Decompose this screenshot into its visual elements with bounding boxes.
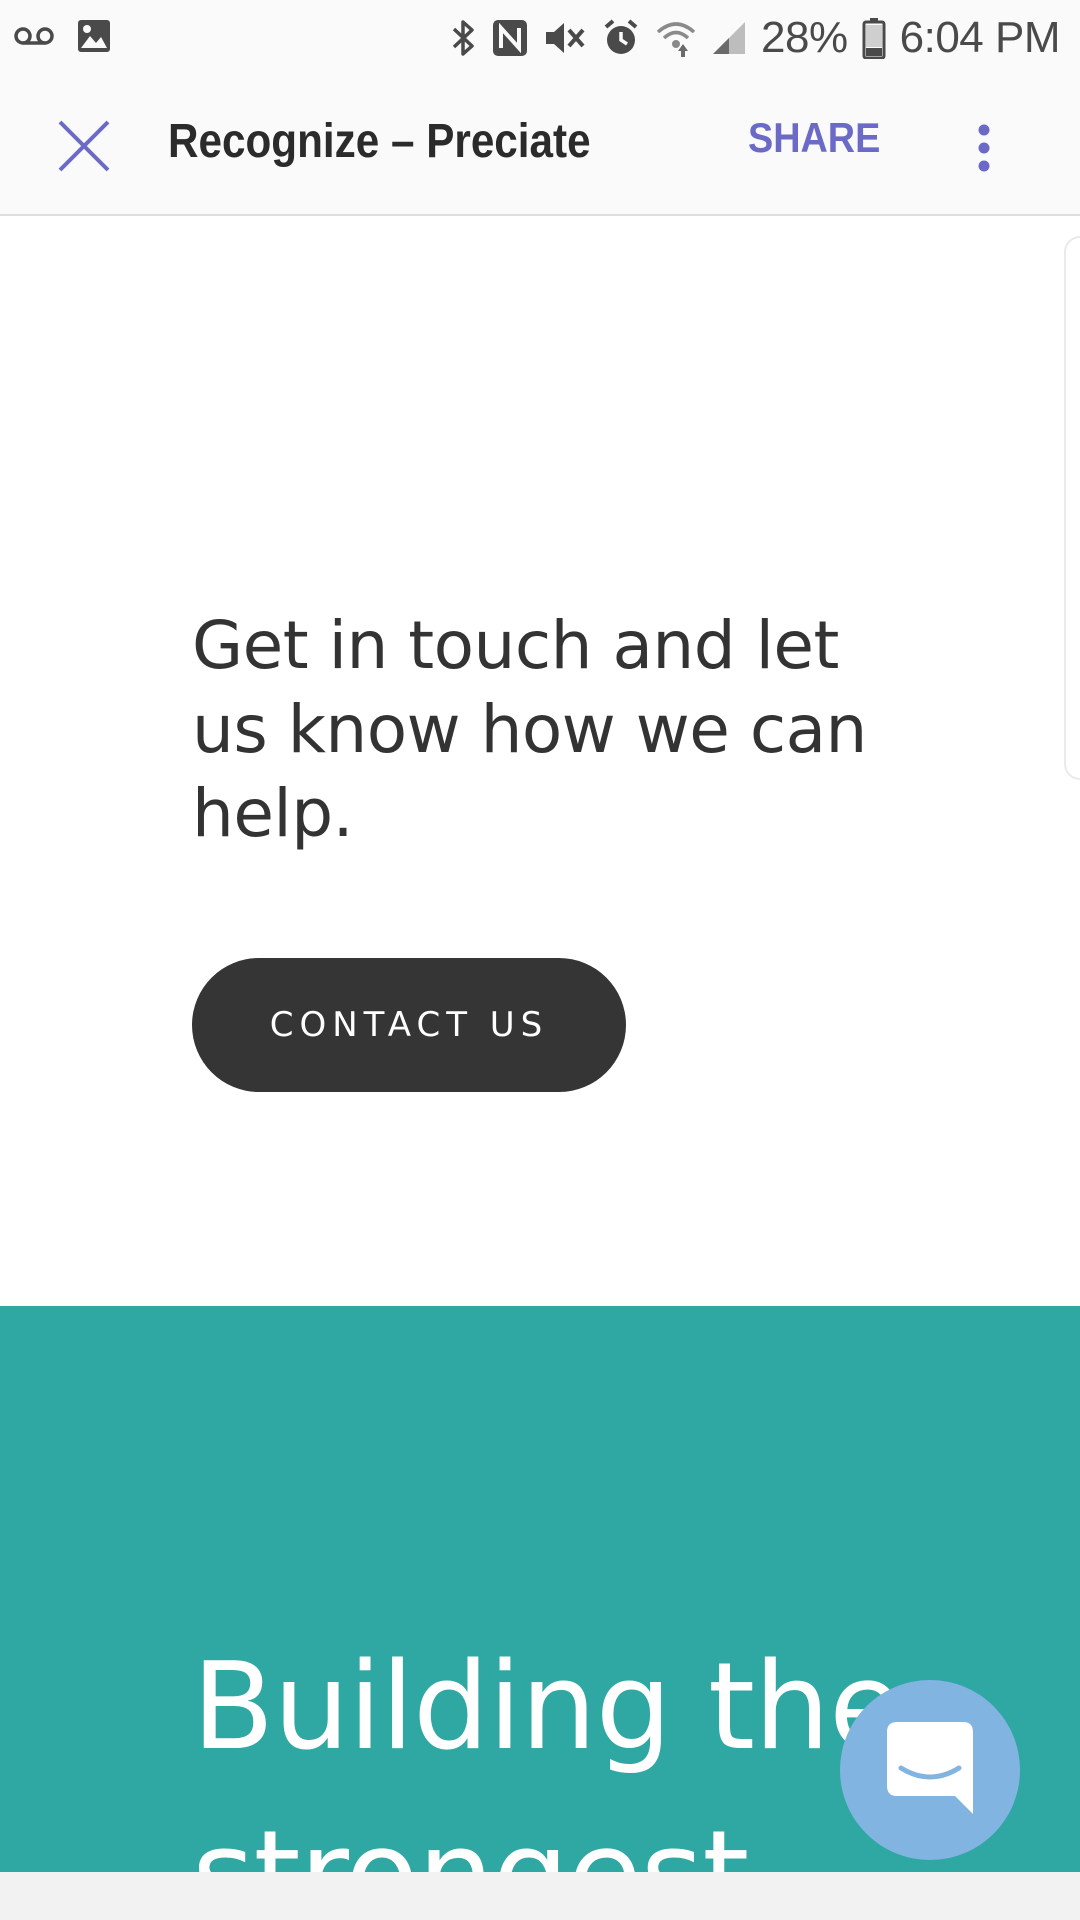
- status-bar: 28% 6:04 PM: [0, 0, 1080, 78]
- nfc-icon: [491, 18, 529, 58]
- share-button[interactable]: SHARE: [748, 114, 880, 162]
- contact-us-button[interactable]: CONTACT US: [192, 958, 626, 1092]
- browser-screen: 28% 6:04 PM Recognize – Preciate SHARE G…: [0, 0, 1080, 1920]
- contact-headline: Get in touch and let us know how we can …: [192, 607, 867, 852]
- overflow-menu-button[interactable]: [956, 110, 1012, 190]
- custom-tab-toolbar: Recognize – Preciate SHARE: [0, 78, 1080, 216]
- status-right-icons: 28% 6:04 PM: [451, 12, 1061, 64]
- clock-time: 6:04 PM: [899, 13, 1061, 62]
- side-panel-edge: [1064, 236, 1080, 780]
- battery-icon: [862, 17, 886, 59]
- bottom-strip: [0, 1872, 1080, 1920]
- signal-icon: [711, 20, 747, 56]
- more-vert-icon: [976, 123, 992, 178]
- chat-launcher-button[interactable]: [840, 1680, 1020, 1860]
- battery-percent: 28%: [761, 13, 848, 62]
- page-title: Recognize – Preciate: [168, 115, 591, 168]
- gallery-icon: [76, 18, 112, 59]
- chat-bubble-icon: [885, 1720, 975, 1821]
- wifi-icon: [655, 18, 697, 58]
- status-left-icons: [14, 18, 112, 58]
- mute-icon: [543, 18, 587, 58]
- close-button[interactable]: [44, 108, 124, 188]
- bluetooth-icon: [451, 18, 477, 58]
- voicemail-icon: [14, 25, 54, 52]
- close-icon: [57, 119, 111, 178]
- alarm-icon: [601, 18, 641, 58]
